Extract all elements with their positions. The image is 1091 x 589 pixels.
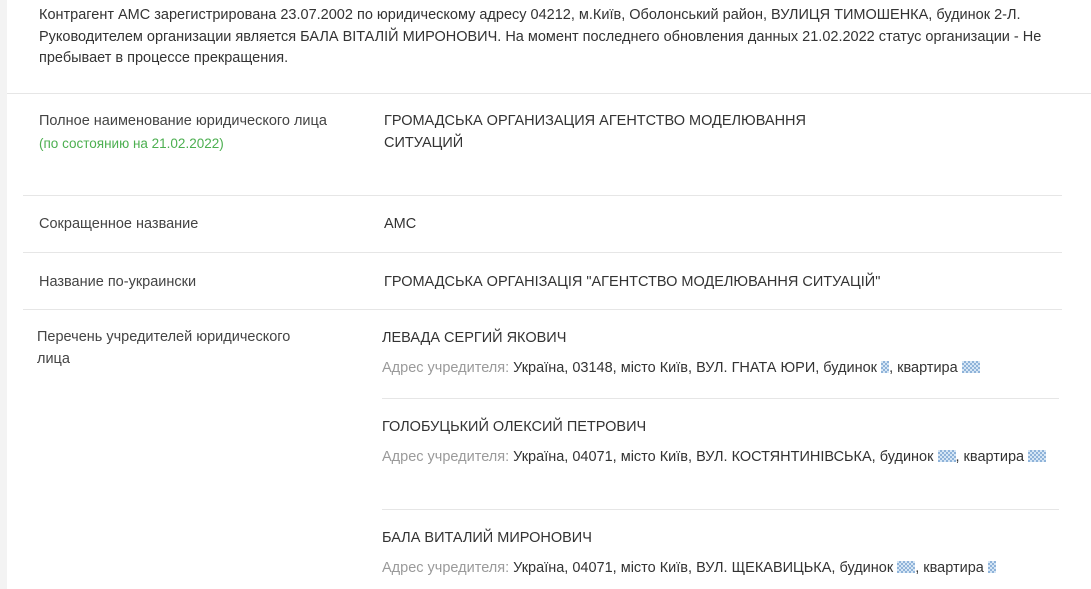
founders-label: Перечень учредителей юридического лица (37, 329, 291, 367)
masked-house-number (937, 450, 956, 462)
row-divider (23, 195, 1062, 196)
full-name-date-note: (по состоянию на 21.02.2022) (39, 135, 224, 151)
full-name-label: Полное наименование юридического лица (39, 113, 327, 129)
founder-address-label: Адрес учредителя: (382, 449, 510, 465)
founder-name: ЛЕВАДА СЕРГИЙ ЯКОВИЧ (382, 330, 567, 346)
short-name-value: АМС (384, 216, 417, 232)
founder-address-label: Адрес учредителя: (382, 560, 510, 576)
row-divider (23, 252, 1062, 253)
short-name-label: Сокращенное название (39, 216, 199, 232)
founder-name: ГОЛОБУЦЬКИЙ ОЛЕКСИЙ ПЕТРОВИЧ (382, 419, 647, 435)
founder-divider (382, 398, 1059, 399)
masked-house-number (897, 561, 916, 573)
founder-address: Адрес учредителя: Україна, 04071, місто … (382, 447, 1072, 469)
founder-address-text: Україна, 04071, місто Київ, ВУЛ. КОСТЯНТ… (513, 449, 934, 465)
full-name-label-block: Полное наименование юридического лица (п… (39, 111, 329, 154)
masked-house-number (881, 361, 890, 373)
founder-address-text: Україна, 03148, місто Київ, ВУЛ. ГНАТА Ю… (513, 360, 878, 376)
masked-apartment-number (961, 361, 980, 373)
founder-address-text: Україна, 04071, місто Київ, ВУЛ. ЩЕКАВИЦ… (513, 560, 894, 576)
masked-apartment-number (1028, 450, 1047, 462)
ukrainian-name-label: Название по-украински (39, 274, 197, 290)
left-margin-strip (0, 0, 7, 589)
ukrainian-name-value: ГРОМАДСЬКА ОРГАНІЗАЦІЯ "АГЕНТСТВО МОДЕЛЮ… (384, 274, 881, 290)
founder-address-apartment-label: , квартира (955, 449, 1025, 465)
summary-divider (7, 93, 1091, 94)
founder-address-label: Адрес учредителя: (382, 360, 510, 376)
founder-address: Адрес учредителя: Україна, 03148, місто … (382, 358, 1042, 380)
founder-address-apartment-label: , квартира (915, 560, 984, 576)
founder-address-apartment-label: , квартира (889, 360, 958, 376)
row-divider (23, 309, 1062, 310)
founder-name: БАЛА ВИТАЛИЙ МИРОНОВИЧ (382, 530, 592, 546)
founder-divider (382, 509, 1059, 510)
full-name-value: ГРОМАДСЬКА ОРГАНИЗАЦИЯ АГЕНТСТВО МОДЕЛЮВ… (384, 113, 806, 151)
masked-apartment-number (987, 561, 996, 573)
founder-address: Адрес учредителя: Україна, 04071, місто … (382, 558, 1072, 580)
organization-summary: Контрагент АМС зарегистрирована 23.07.20… (39, 7, 1042, 66)
